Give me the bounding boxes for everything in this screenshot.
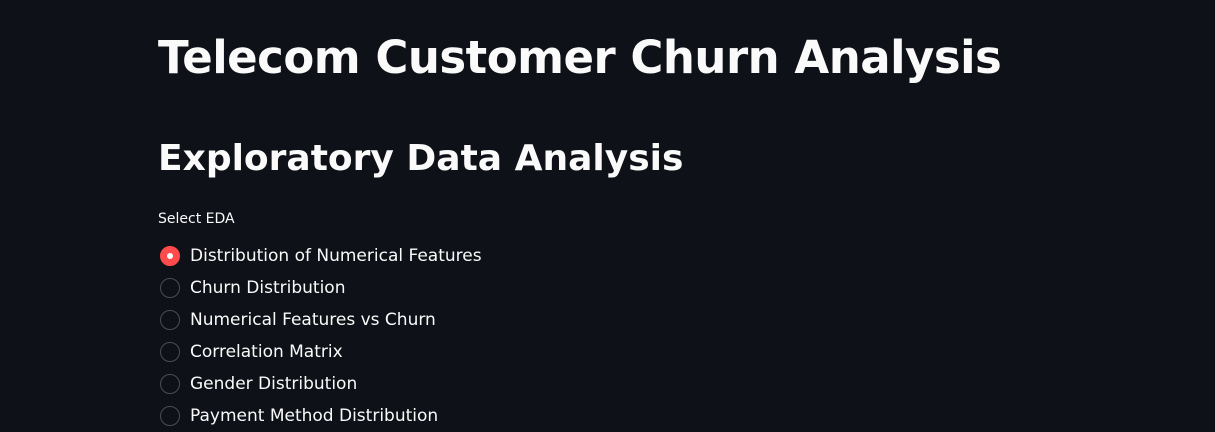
radio-option-label: Distribution of Numerical Features [190, 246, 482, 266]
radio-button-unchecked-icon[interactable] [160, 374, 180, 394]
page-title: Telecom Customer Churn Analysis [158, 31, 1002, 84]
eda-radio-group: Distribution of Numerical Features Churn… [158, 240, 482, 432]
radio-option-label: Numerical Features vs Churn [190, 310, 436, 330]
radio-button-unchecked-icon[interactable] [160, 310, 180, 330]
radio-button-checked-icon[interactable] [160, 246, 180, 266]
radio-option-label: Churn Distribution [190, 278, 346, 298]
radio-option-payment-method[interactable]: Payment Method Distribution [158, 400, 482, 432]
radio-option-correlation-matrix[interactable]: Correlation Matrix [158, 336, 482, 368]
radio-button-unchecked-icon[interactable] [160, 406, 180, 426]
radio-option-churn-distribution[interactable]: Churn Distribution [158, 272, 482, 304]
radio-option-numerical-vs-churn[interactable]: Numerical Features vs Churn [158, 304, 482, 336]
radio-dot-icon [167, 253, 173, 259]
radio-option-distribution-numerical[interactable]: Distribution of Numerical Features [158, 240, 482, 272]
radio-button-unchecked-icon[interactable] [160, 342, 180, 362]
eda-select-label: Select EDA [158, 211, 235, 227]
radio-option-label: Gender Distribution [190, 374, 358, 394]
radio-option-gender-distribution[interactable]: Gender Distribution [158, 368, 482, 400]
radio-button-unchecked-icon[interactable] [160, 278, 180, 298]
section-heading: Exploratory Data Analysis [158, 138, 684, 179]
radio-option-label: Correlation Matrix [190, 342, 343, 362]
radio-option-label: Payment Method Distribution [190, 406, 439, 426]
